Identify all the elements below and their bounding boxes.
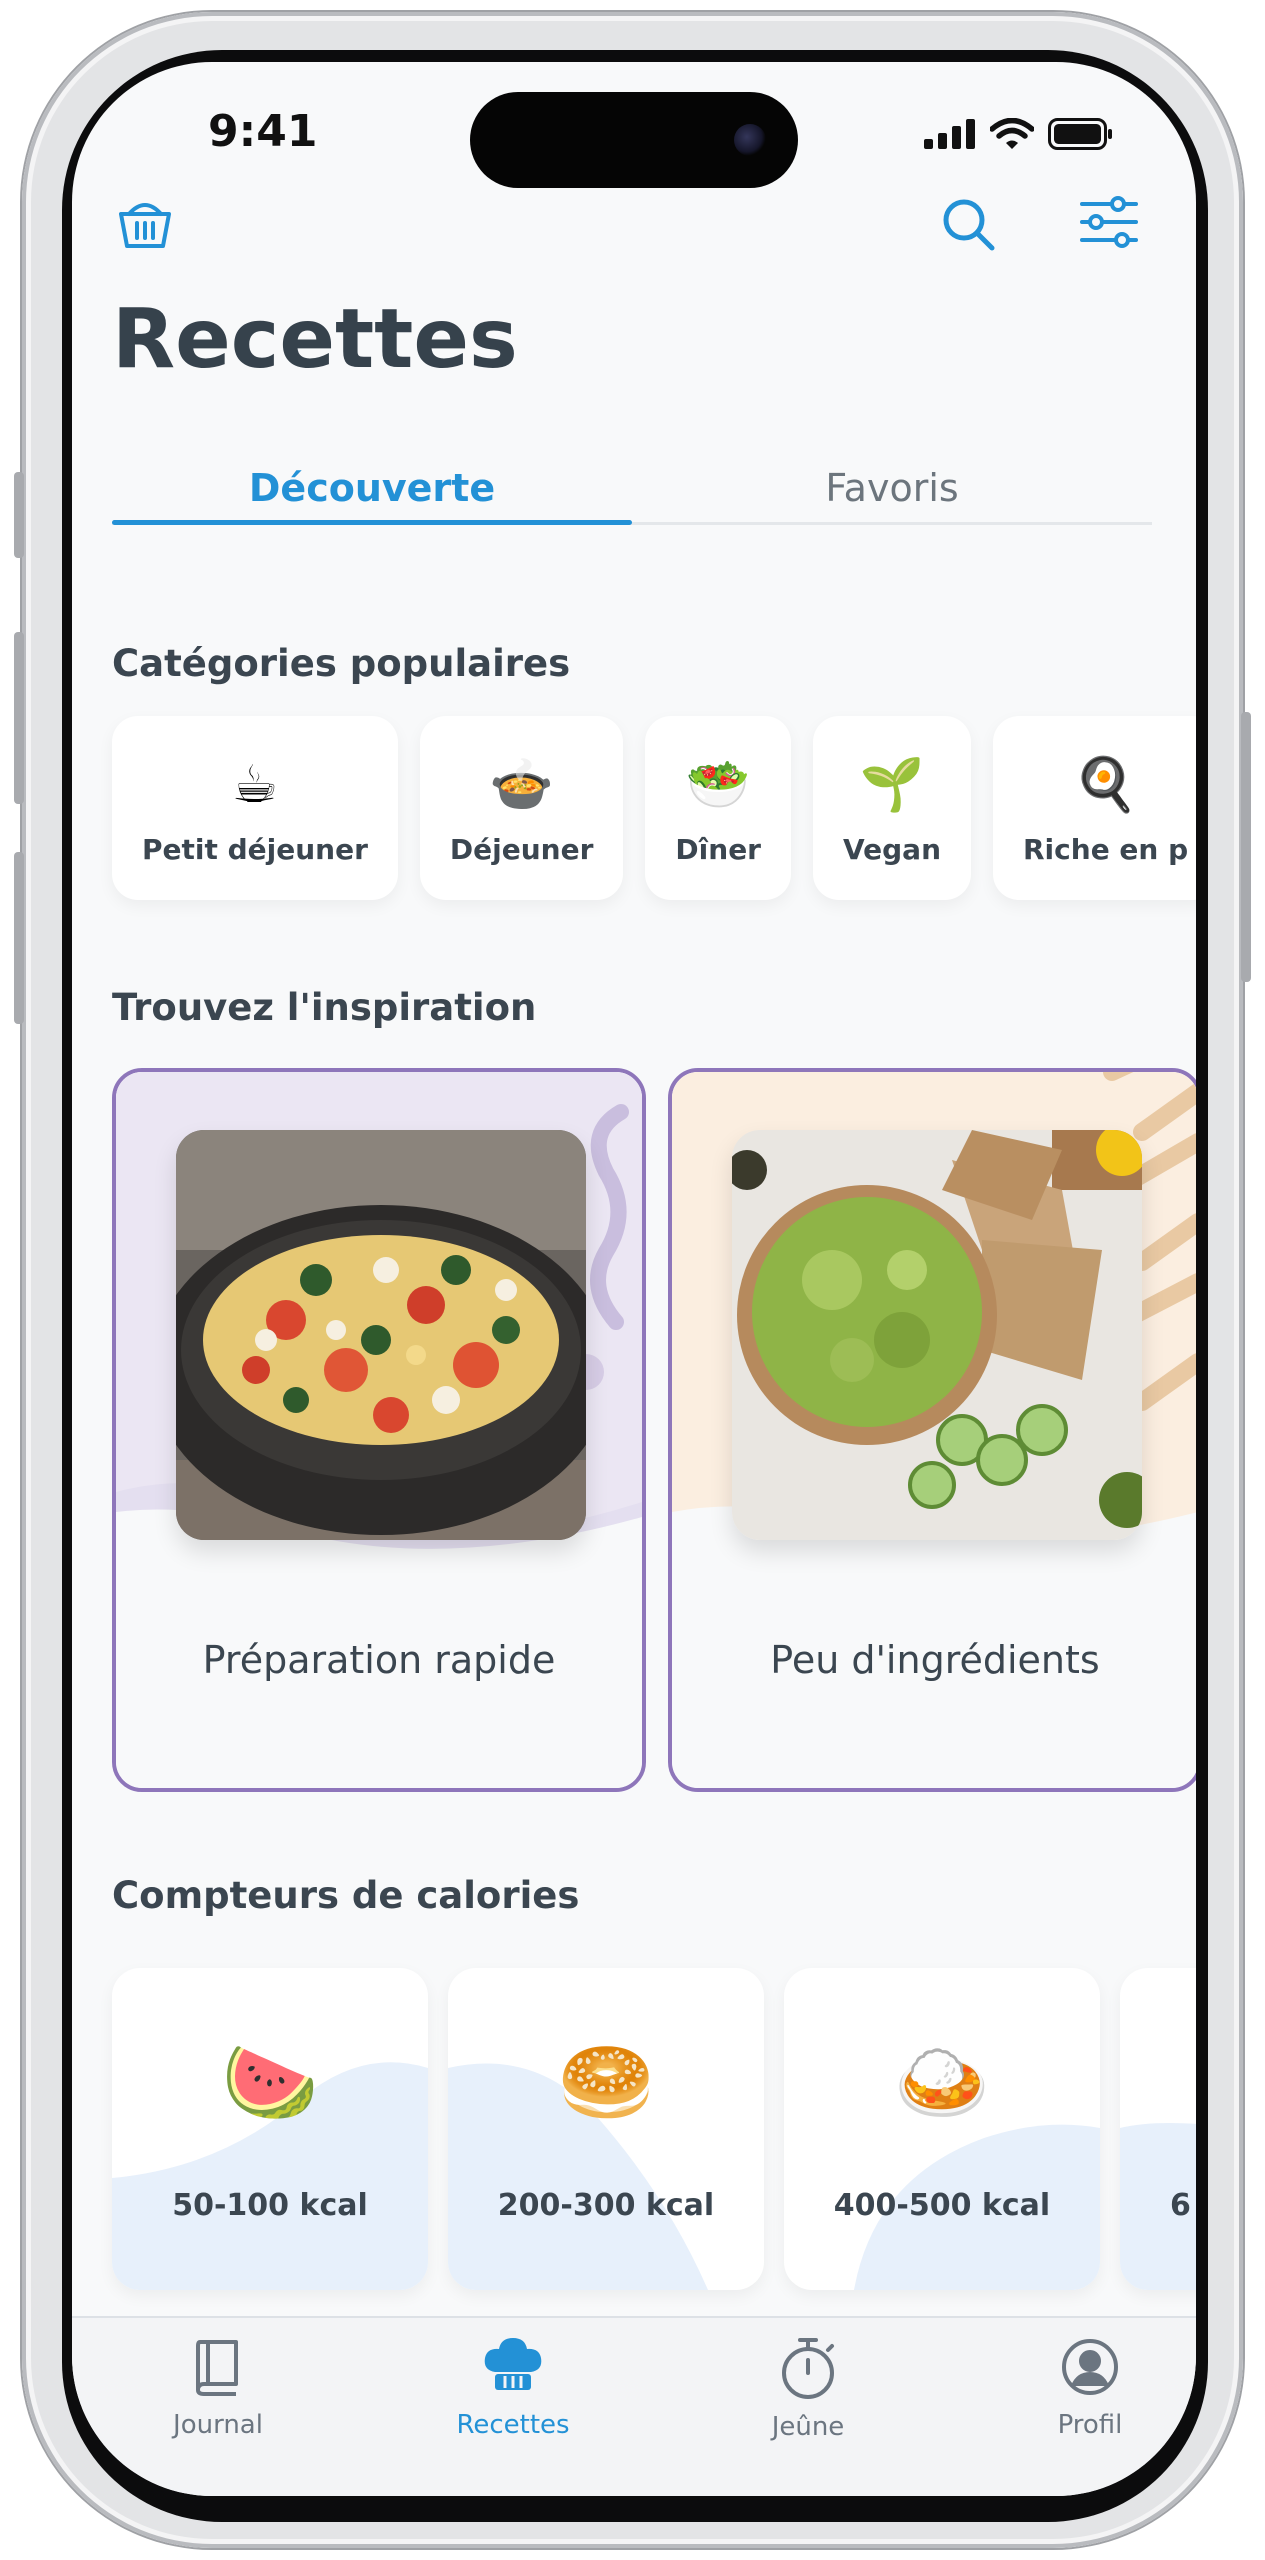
nav-label: Recettes [456, 2410, 570, 2440]
category-label: Vegan [843, 832, 941, 866]
bagel-icon: 🥯 [557, 2038, 655, 2128]
wifi-icon [990, 118, 1034, 149]
category-label: Petit déjeuner [142, 832, 368, 866]
tab-decouverte[interactable]: Découverte [112, 466, 632, 510]
sliders-icon[interactable] [1080, 196, 1138, 252]
search-icon[interactable] [940, 196, 998, 258]
tab-favoris[interactable]: Favoris [632, 466, 1152, 510]
page-title: Recettes [112, 292, 518, 387]
signal-icon [924, 119, 975, 149]
categories-title: Catégories populaires [112, 642, 571, 685]
card-blob [448, 2063, 708, 2290]
card-blob [854, 2124, 1100, 2290]
power-button [1241, 712, 1251, 982]
stopwatch-icon [782, 2338, 834, 2399]
calorie-card-next[interactable]: 6 [1120, 1968, 1196, 2290]
camera-icon [734, 124, 766, 156]
inspiration-card-label: Préparation rapide [202, 1638, 556, 1682]
category-label: Dîner [675, 832, 761, 866]
inspiration-card-peu-d-ingredients[interactable]: Peu d'ingrédients [668, 1068, 1196, 1792]
category-dejeuner[interactable]: 🍲 Déjeuner [419, 716, 624, 900]
fried-egg-icon: 🍳 [1073, 754, 1138, 815]
tab-bar: Découverte Favoris [112, 466, 1152, 525]
nav-jeune[interactable]: Jeûne [708, 2336, 908, 2442]
calorie-label: 200-300 kcal [497, 2188, 715, 2223]
nav-recettes[interactable]: Recettes [413, 2336, 613, 2440]
seedling-icon: 🌱 [859, 754, 925, 815]
nav-label: Journal [173, 2410, 263, 2440]
profile-icon [1062, 2339, 1118, 2395]
calorie-label: 400-500 kcal [833, 2188, 1051, 2223]
battery-icon [1048, 118, 1112, 150]
calorie-card-400-500[interactable]: 🍛 400-500 kcal [784, 1968, 1100, 2290]
book-icon [196, 2340, 238, 2396]
curry-rice-icon: 🍛 [893, 2038, 991, 2128]
bottom-nav: Journal Recettes Jeûne Profil [72, 2316, 1196, 2496]
calorie-label: 50-100 kcal [172, 2188, 368, 2223]
category-petit-dejeuner[interactable]: ☕ Petit déjeuner [112, 716, 398, 900]
status-time: 9:41 [208, 106, 318, 157]
chef-hat-icon [484, 2338, 542, 2390]
inspiration-card-preparation-rapide[interactable]: Préparation rapide [112, 1068, 646, 1792]
guacamole-photo [732, 1130, 1142, 1540]
soup-bowl-icon: 🍲 [489, 754, 555, 815]
nav-profil[interactable]: Profil [990, 2336, 1190, 2440]
nav-label: Jeûne [771, 2412, 845, 2442]
nav-journal[interactable]: Journal [118, 2336, 318, 2440]
inspiration-title: Trouvez l'inspiration [112, 986, 537, 1029]
action-button [14, 472, 24, 558]
category-diner[interactable]: 🥗 Dîner [645, 716, 791, 900]
volume-down-button [14, 852, 24, 1024]
calorie-card-200-300[interactable]: 🥯 200-300 kcal [448, 1968, 764, 2290]
category-vegan[interactable]: 🌱 Vegan [813, 716, 971, 900]
calorie-label: 6 [1170, 2188, 1191, 2223]
nav-label: Profil [1057, 2410, 1123, 2440]
basket-icon[interactable] [116, 196, 174, 256]
screen: 9:41 Recettes Découverte Favoris Catégor… [72, 62, 1196, 2496]
calories-title: Compteurs de calories [112, 1874, 580, 1917]
category-label: Déjeuner [449, 832, 594, 866]
volume-up-button [14, 632, 24, 804]
categories-list: ☕ Petit déjeuner 🍲 Déjeuner 🥗 Dîner 🌱 Ve… [112, 716, 1196, 900]
category-label: Riche en p [1023, 832, 1189, 866]
watermelon-icon: 🍉 [221, 2038, 319, 2128]
calorie-card-50-100[interactable]: 🍉 50-100 kcal [112, 1968, 428, 2290]
category-riche-en-proteines[interactable]: 🍳 Riche en p [993, 716, 1196, 900]
inspiration-card-label: Peu d'ingrédients [770, 1638, 1100, 1682]
active-tab-indicator [112, 520, 632, 525]
card-blob [112, 2062, 428, 2290]
status-icons [924, 118, 1114, 150]
card-blob [1120, 2123, 1196, 2290]
coffee-icon: ☕ [231, 754, 279, 815]
dynamic-island [470, 92, 798, 188]
salad-icon: 🥗 [685, 754, 751, 815]
scrambled-eggs-photo [176, 1130, 586, 1540]
